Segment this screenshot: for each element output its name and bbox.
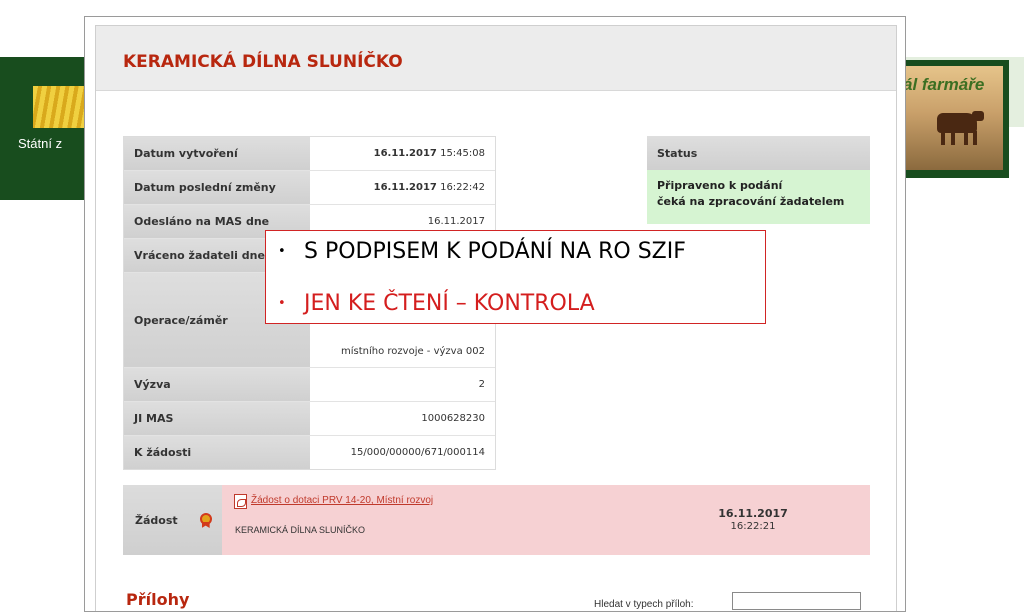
award-ribbon-icon <box>199 513 212 528</box>
status-header: Status <box>647 136 870 170</box>
details-row: Datum vytvoření 16.11.2017 15:45:08 <box>124 137 495 171</box>
szif-logo-text: Státní z <box>18 136 63 151</box>
zadost-name: KERAMICKÁ DÍLNA SLUNÍČKO <box>235 525 366 535</box>
details-row: K žádosti 15/000/00000/671/000114 <box>124 436 495 469</box>
modal-header: KERAMICKÁ DÍLNA SLUNÍČKO <box>96 26 896 91</box>
prilohy-title: Přílohy <box>126 590 190 609</box>
details-value: 16.11.2017 15:45:08 <box>373 148 485 159</box>
annotation-callout: • S PODPISEM K PODÁNÍ NA RO SZIF • JEN KE … <box>265 230 766 324</box>
farmer-banner-title: ál farmáře <box>903 75 985 94</box>
zadost-timestamp: 16.11.2017 16:22:21 <box>718 507 788 532</box>
pdf-icon <box>234 494 247 509</box>
zadost-row: Žádost Žádost o dotaci PRV 14-20, Místní… <box>123 485 870 555</box>
details-label: Datum vytvoření <box>124 137 310 170</box>
status-panel: Status Připraveno k podání čeká na zprac… <box>647 136 870 224</box>
details-label: Výzva <box>124 368 310 401</box>
details-value: 16.11.2017 16:22:42 <box>373 182 485 193</box>
callout-item-1-text: S PODPISEM K PODÁNÍ NA RO SZIF <box>304 239 686 264</box>
details-value: 1000628230 <box>421 413 485 424</box>
cow-head-icon <box>972 111 984 121</box>
szif-logo-block <box>0 57 92 200</box>
status-badge: Připraveno k podání čeká na zpracování ž… <box>647 170 870 224</box>
search-input[interactable] <box>732 592 861 610</box>
cow-leg-icon <box>973 131 977 145</box>
field-logo-icon <box>33 86 89 128</box>
details-row: Výzva 2 <box>124 368 495 402</box>
modal-title: KERAMICKÁ DÍLNA SLUNÍČKO <box>123 52 403 72</box>
zadost-pdf-link[interactable]: Žádost o dotaci PRV 14-20, Místní rozvoj <box>251 495 433 506</box>
details-label: Datum poslední změny <box>124 171 310 204</box>
details-row: JI MAS 1000628230 <box>124 402 495 436</box>
details-value: 15/000/00000/671/000114 <box>350 447 485 458</box>
zadost-label: Žádost <box>123 485 222 555</box>
status-line-1: Připraveno k podání <box>657 179 783 192</box>
callout-item-2-text: JEN KE ČTENÍ – KONTROLA <box>304 291 595 316</box>
details-row: Datum poslední změny 16.11.2017 16:22:42 <box>124 171 495 205</box>
search-label: Hledat v typech příloh: <box>594 599 694 610</box>
details-label: JI MAS <box>124 402 310 435</box>
details-label: K žádosti <box>124 436 310 469</box>
details-value: 2 <box>478 379 485 390</box>
callout-item-1: • S PODPISEM K PODÁNÍ NA RO SZIF <box>278 239 686 264</box>
cow-leg-icon <box>964 131 968 145</box>
cow-leg-icon <box>941 131 945 145</box>
callout-item-2: • JEN KE ČTENÍ – KONTROLA <box>278 291 595 316</box>
cow-icon <box>937 113 977 133</box>
status-line-2: čeká na zpracování žadatelem <box>657 195 845 208</box>
cow-leg-icon <box>951 131 955 145</box>
